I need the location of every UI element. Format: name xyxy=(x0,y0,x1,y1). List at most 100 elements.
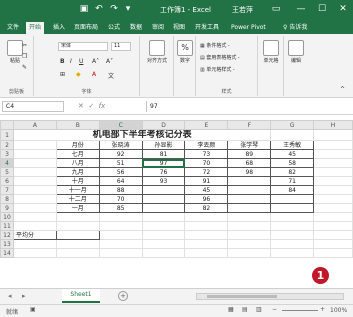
maximize-icon[interactable]: ☐ xyxy=(316,4,328,15)
cell[interactable] xyxy=(141,221,186,231)
score-cell[interactable] xyxy=(227,185,272,195)
cell[interactable] xyxy=(227,248,272,258)
column-header[interactable]: G xyxy=(270,120,315,130)
format-as-table-button[interactable]: ▤ 套用表格格式 - xyxy=(200,54,240,61)
cell[interactable] xyxy=(313,221,353,231)
cell[interactable] xyxy=(141,212,186,222)
tab-power-pivot[interactable]: Power Pivot xyxy=(228,22,269,34)
cell[interactable] xyxy=(98,212,143,222)
score-cell[interactable]: 89 xyxy=(227,149,272,159)
month-cell[interactable]: 一月 xyxy=(55,203,100,213)
row-header[interactable]: 8 xyxy=(0,194,14,204)
sheet-tab-sheet1[interactable]: Sheet1 xyxy=(62,289,100,303)
column-header[interactable]: D xyxy=(141,120,186,130)
scroll-thumb[interactable] xyxy=(207,295,277,298)
score-cell[interactable]: 91 xyxy=(184,176,229,186)
cell[interactable] xyxy=(98,248,143,258)
prev-sheet-icon[interactable]: ◂ xyxy=(8,292,12,300)
cell[interactable] xyxy=(141,248,186,258)
cell[interactable] xyxy=(12,239,57,249)
tab-data[interactable]: 数据 xyxy=(127,22,145,34)
row-header[interactable]: 2 xyxy=(0,140,14,150)
cell[interactable] xyxy=(12,212,57,222)
month-cell[interactable]: 九月 xyxy=(55,167,100,177)
score-cell[interactable]: 93 xyxy=(141,176,186,186)
user-name[interactable]: 王若萍 xyxy=(232,5,253,15)
row-header[interactable]: 4 xyxy=(0,158,14,168)
score-cell[interactable]: 92 xyxy=(98,149,143,159)
row-header[interactable]: 5 xyxy=(0,167,14,177)
score-cell[interactable]: 70 xyxy=(98,194,143,204)
collapse-ribbon-icon[interactable]: ^ xyxy=(340,86,345,93)
border-icon[interactable]: ⊞ xyxy=(60,71,65,78)
score-cell[interactable]: 98 xyxy=(227,167,272,177)
tab-insert[interactable]: 插入 xyxy=(50,22,68,34)
cell[interactable] xyxy=(270,230,315,240)
header-cell[interactable]: 王秀敏 xyxy=(270,140,315,150)
column-header[interactable]: C xyxy=(98,120,143,130)
macro-record-icon[interactable]: ▣ xyxy=(30,306,36,313)
tab-view[interactable]: 视图 xyxy=(170,22,188,34)
cell[interactable] xyxy=(270,221,315,231)
cell[interactable] xyxy=(184,239,229,249)
cell[interactable] xyxy=(12,158,57,168)
score-cell[interactable]: 84 xyxy=(270,185,315,195)
month-cell[interactable]: 七月 xyxy=(55,149,100,159)
tab-review[interactable]: 审阅 xyxy=(149,22,167,34)
cell-styles-button[interactable]: ▥ 单元格样式 - xyxy=(200,66,235,73)
score-cell[interactable]: 51 xyxy=(98,158,143,168)
row-header[interactable]: 1 xyxy=(0,129,14,141)
cell[interactable] xyxy=(227,212,272,222)
header-cell[interactable]: 孙显影 xyxy=(141,140,186,150)
score-cell[interactable]: 70 xyxy=(184,158,229,168)
average-label-cell[interactable]: 平均分 xyxy=(12,230,57,240)
redo-icon[interactable]: ↷ xyxy=(108,4,120,15)
score-cell[interactable]: 45 xyxy=(184,185,229,195)
format-painter-icon[interactable]: ✎ xyxy=(22,64,27,71)
score-cell[interactable]: 76 xyxy=(141,167,186,177)
column-header[interactable]: H xyxy=(313,120,353,130)
cell[interactable] xyxy=(55,221,100,231)
row-header[interactable]: 12 xyxy=(0,230,14,240)
cell[interactable] xyxy=(313,248,353,258)
tab-file[interactable]: 文件 xyxy=(4,22,22,34)
cell[interactable] xyxy=(270,239,315,249)
score-cell[interactable] xyxy=(141,185,186,195)
row-header[interactable]: 13 xyxy=(0,239,14,249)
cell[interactable] xyxy=(313,203,353,213)
cell[interactable] xyxy=(55,212,100,222)
cell[interactable] xyxy=(313,158,353,168)
score-cell[interactable]: 72 xyxy=(184,167,229,177)
score-cell[interactable] xyxy=(141,203,186,213)
average-value-cell[interactable] xyxy=(55,230,100,240)
cell[interactable] xyxy=(313,167,353,177)
tab-tell-me[interactable]: ♀ 告诉我 xyxy=(280,22,310,34)
tab-home[interactable]: 开始 xyxy=(26,22,45,34)
score-cell[interactable]: 56 xyxy=(98,167,143,177)
cell[interactable] xyxy=(313,129,353,141)
month-cell[interactable]: 十二月 xyxy=(55,194,100,204)
fill-color-icon[interactable]: ◆ xyxy=(76,71,81,78)
conditional-format-button[interactable]: ▦ 条件格式 - xyxy=(200,42,230,49)
formula-input[interactable]: 97 xyxy=(146,101,349,112)
close-icon[interactable]: ✕ xyxy=(337,4,349,15)
cell[interactable] xyxy=(184,230,229,240)
cell[interactable] xyxy=(270,248,315,258)
font-color-icon[interactable]: A xyxy=(92,71,96,78)
minimize-icon[interactable]: — xyxy=(295,4,307,15)
score-cell[interactable]: 82 xyxy=(270,167,315,177)
score-cell[interactable] xyxy=(227,194,272,204)
cell[interactable] xyxy=(270,129,315,141)
cell[interactable] xyxy=(313,140,353,150)
copy-icon[interactable]: ❐ xyxy=(22,53,27,60)
cell[interactable] xyxy=(12,221,57,231)
cell[interactable] xyxy=(141,239,186,249)
cell[interactable] xyxy=(270,212,315,222)
zoom-out-icon[interactable]: − xyxy=(272,306,277,313)
cell[interactable] xyxy=(227,239,272,249)
score-cell[interactable]: 96 xyxy=(184,194,229,204)
cell[interactable] xyxy=(98,230,143,240)
tab-page-layout[interactable]: 页面布局 xyxy=(71,22,101,34)
editing-button[interactable]: 编辑 xyxy=(286,40,306,64)
page-layout-view-icon[interactable]: ▤ xyxy=(242,306,248,313)
